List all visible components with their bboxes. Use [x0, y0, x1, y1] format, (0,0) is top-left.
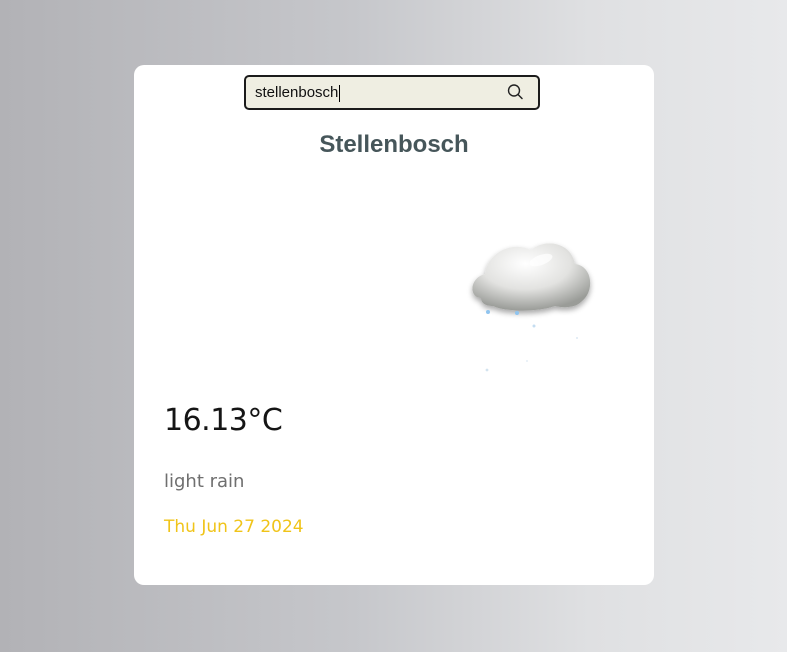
search-box[interactable] — [244, 75, 540, 110]
date: Thu Jun 27 2024 — [164, 517, 304, 537]
text-caret — [339, 85, 340, 102]
weather-card: Stellenbosch — [134, 65, 654, 585]
light-rain-cloud-icon — [459, 230, 609, 380]
temperature: 16.13°C — [164, 403, 283, 438]
search-input[interactable] — [255, 77, 495, 108]
search-icon[interactable] — [506, 83, 524, 101]
weather-description: light rain — [164, 471, 245, 492]
city-name: Stellenbosch — [319, 131, 469, 158]
